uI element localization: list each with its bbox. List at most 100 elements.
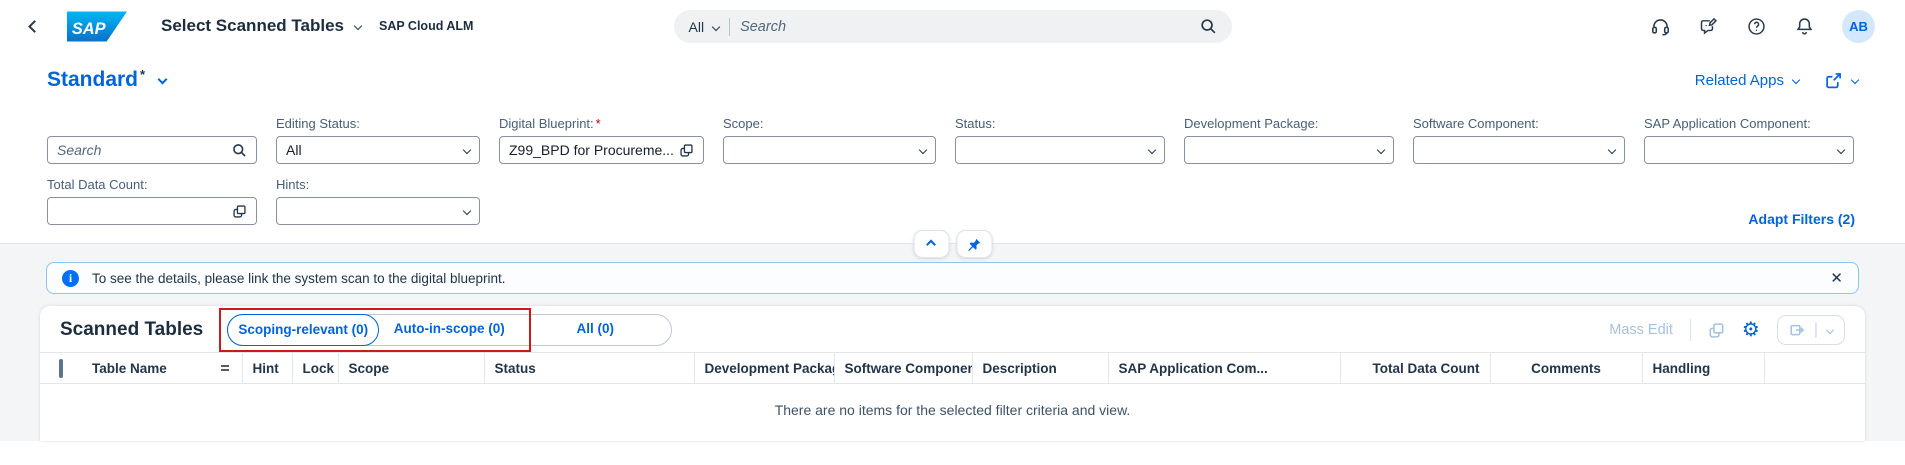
development-package-label: Development Package: — [1184, 116, 1394, 131]
filter-scope: Scope: — [723, 116, 936, 164]
search-scope-value: All — [689, 19, 705, 35]
hints-select[interactable] — [276, 197, 480, 225]
notifications-bell-icon[interactable] — [1794, 16, 1815, 37]
sort-icon[interactable] — [218, 362, 232, 374]
status-select[interactable] — [955, 136, 1165, 164]
filter-search — [47, 116, 257, 164]
column-table-name[interactable]: Table Name — [82, 353, 242, 384]
back-icon[interactable] — [30, 22, 39, 31]
tab-all[interactable]: All (0) — [519, 314, 671, 346]
toolbar-divider — [1690, 319, 1691, 341]
chevron-down-icon — [1826, 326, 1834, 334]
support-headset-icon[interactable] — [1650, 16, 1671, 37]
settings-gear-icon[interactable]: ⚙ — [1742, 320, 1760, 340]
tab-scoping-relevant[interactable]: Scoping-relevant (0) — [227, 314, 379, 346]
export-icon — [1789, 322, 1805, 338]
help-icon[interactable] — [1746, 16, 1767, 37]
column-lock[interactable]: Lock — [292, 353, 338, 384]
shell-header: SAP Select Scanned Tables SAP Cloud ALM … — [0, 0, 1905, 52]
empty-row: There are no items for the selected filt… — [40, 384, 1865, 436]
sap-logo[interactable]: SAP — [67, 11, 127, 42]
app-title[interactable]: Select Scanned Tables — [161, 16, 361, 36]
pin-filter-button[interactable] — [956, 230, 992, 258]
collapse-filter-button[interactable] — [913, 230, 949, 258]
value-help-icon[interactable] — [679, 143, 694, 158]
related-apps-label: Related Apps — [1695, 72, 1784, 89]
adapt-filters-link[interactable]: Adapt Filters (2) — [1748, 211, 1855, 227]
chevron-down-icon — [463, 146, 471, 154]
column-handling[interactable]: Handling — [1642, 353, 1764, 384]
svg-text:SAP: SAP — [72, 19, 106, 37]
filter-status: Status: — [955, 116, 1165, 164]
select-all-checkbox[interactable] — [59, 359, 63, 378]
software-component-label: Software Component: — [1413, 116, 1625, 131]
column-software-component[interactable]: Software Component — [834, 353, 972, 384]
feedback-icon[interactable] — [1698, 16, 1719, 37]
info-message-text: To see the details, please link the syst… — [92, 271, 505, 286]
column-status[interactable]: Status — [484, 353, 694, 384]
filter-search-input[interactable] — [57, 142, 232, 158]
column-scope[interactable]: Scope — [338, 353, 484, 384]
column-total-data-count[interactable]: Total Data Count — [1340, 353, 1490, 384]
filter-sap-application-component: SAP Application Component: — [1644, 116, 1854, 164]
variant-row: Standard * Related Apps — [0, 52, 1905, 92]
variant-selector[interactable]: Standard * — [47, 68, 166, 92]
chevron-down-icon — [1148, 146, 1156, 154]
variant-modified-marker: * — [140, 67, 145, 82]
chevron-down-icon — [463, 207, 471, 215]
digital-blueprint-label: Digital Blueprint: — [499, 116, 594, 131]
app-title-label: Select Scanned Tables — [161, 16, 344, 36]
sap-application-component-select[interactable] — [1644, 136, 1854, 164]
column-hint[interactable]: Hint — [242, 353, 292, 384]
filter-divider — [0, 243, 1905, 244]
related-apps-button[interactable]: Related Apps — [1695, 72, 1799, 89]
scanned-tables-table: Table Name Hint Lock Scope Status Develo… — [40, 352, 1865, 436]
export-split-button[interactable]: | — [1777, 315, 1845, 345]
editing-status-label: Editing Status: — [276, 116, 480, 131]
info-message-strip: i To see the details, please link the sy… — [46, 262, 1859, 294]
value-help-icon[interactable] — [232, 204, 247, 219]
share-button[interactable] — [1825, 72, 1858, 89]
filter-software-component: Software Component: — [1413, 116, 1625, 164]
info-icon: i — [62, 270, 79, 287]
filter-bar: Editing Status: All Digital Blueprint:* … — [0, 92, 1905, 243]
close-icon[interactable]: ✕ — [1830, 271, 1843, 286]
digital-blueprint-input[interactable]: Z99_BPD for Procureme... — [499, 136, 704, 164]
global-search-input[interactable] — [740, 19, 1189, 35]
sap-application-component-label: SAP Application Component: — [1644, 116, 1854, 131]
software-component-select[interactable] — [1413, 136, 1625, 164]
search-icon[interactable] — [1200, 18, 1217, 35]
search-icon[interactable] — [232, 143, 247, 158]
avatar[interactable]: AB — [1842, 10, 1875, 43]
search-scope-select[interactable]: All — [689, 19, 720, 35]
app-subtitle: SAP Cloud ALM — [379, 19, 473, 33]
column-comments[interactable]: Comments — [1490, 353, 1642, 384]
global-search[interactable]: All — [674, 10, 1232, 43]
chevron-down-icon — [1851, 76, 1859, 84]
editing-status-select[interactable]: All — [276, 136, 480, 164]
required-marker: * — [596, 116, 601, 131]
variant-title: Standard — [47, 68, 138, 92]
chevron-down-icon — [1608, 146, 1616, 154]
digital-blueprint-value: Z99_BPD for Procureme... — [509, 142, 679, 158]
chevron-down-icon — [919, 146, 927, 154]
column-sap-application-component[interactable]: SAP Application Com... — [1108, 353, 1340, 384]
development-package-select[interactable] — [1184, 136, 1394, 164]
chevron-down-icon — [158, 75, 168, 85]
total-data-count-input[interactable] — [47, 197, 257, 225]
mass-edit-button[interactable]: Mass Edit — [1609, 322, 1673, 338]
no-items-message: There are no items for the selected filt… — [40, 384, 1865, 436]
chevron-down-icon — [354, 22, 362, 30]
search-divider — [729, 18, 730, 36]
column-description[interactable]: Description — [972, 353, 1108, 384]
chevron-down-icon — [712, 22, 720, 30]
sap-logo-icon: SAP — [67, 11, 127, 42]
copy-icon[interactable] — [1708, 322, 1725, 339]
tab-auto-in-scope[interactable]: Auto-in-scope (0) — [379, 314, 519, 346]
column-development-package[interactable]: Development Package — [694, 353, 834, 384]
total-data-count-label: Total Data Count: — [47, 177, 257, 192]
filter-editing-status: Editing Status: All — [276, 116, 480, 164]
filter-total-data-count: Total Data Count: — [47, 177, 257, 225]
scope-select[interactable] — [723, 136, 936, 164]
section-title: Scanned Tables — [60, 319, 203, 341]
